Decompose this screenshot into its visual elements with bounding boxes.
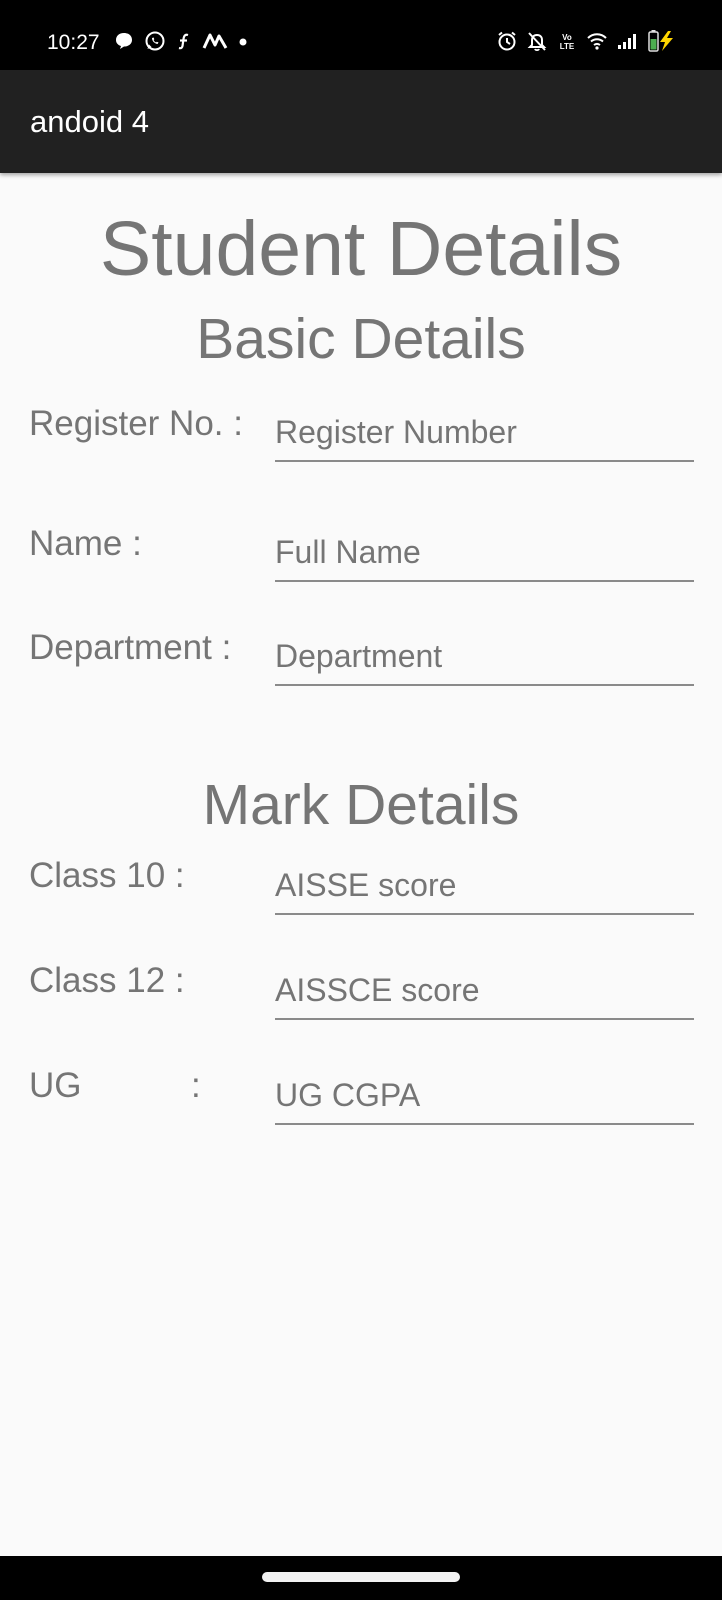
signal-icon [616, 31, 638, 56]
register-number-label: Register No. : [29, 404, 243, 443]
notification-icons [114, 30, 248, 56]
department-label: Department : [29, 628, 232, 667]
class-12-label: Class 12 : [29, 961, 185, 1000]
home-gesture-handle[interactable] [262, 1572, 460, 1582]
system-icons: Vo LTE [496, 29, 676, 58]
full-name-input[interactable] [275, 524, 694, 582]
svg-text:LTE: LTE [560, 42, 575, 51]
dot-icon [238, 34, 248, 52]
ug-cgpa-input[interactable] [275, 1067, 694, 1125]
status-time: 10:27 [47, 31, 100, 54]
svg-text:Vo: Vo [562, 33, 572, 42]
wifi-icon [586, 31, 608, 56]
ug-label: UG [29, 1066, 82, 1105]
status-bar: 10:27 Vo LTE [0, 0, 722, 70]
app-icon [202, 31, 228, 56]
aisse-score-input[interactable] [275, 857, 694, 915]
department-input[interactable] [275, 628, 694, 686]
battery-charging-icon [646, 29, 676, 58]
class-10-label: Class 10 : [29, 856, 185, 895]
message-bubble-icon [114, 31, 134, 56]
function-icon [176, 31, 192, 56]
basic-details-heading: Basic Details [196, 307, 526, 371]
ug-label-colon: : [191, 1066, 201, 1105]
whatsapp-icon [144, 30, 166, 57]
mark-details-heading: Mark Details [202, 773, 520, 837]
alarm-icon [496, 30, 518, 57]
aissce-score-input[interactable] [275, 962, 694, 1020]
mute-icon [526, 30, 548, 57]
register-number-input[interactable] [275, 404, 694, 462]
page-title: Student Details [99, 206, 623, 292]
app-title: andoid 4 [30, 104, 149, 139]
volte-icon: Vo LTE [556, 30, 578, 57]
app-bar: andoid 4 [0, 70, 722, 173]
name-label: Name : [29, 524, 142, 563]
navigation-bar [0, 1556, 722, 1600]
